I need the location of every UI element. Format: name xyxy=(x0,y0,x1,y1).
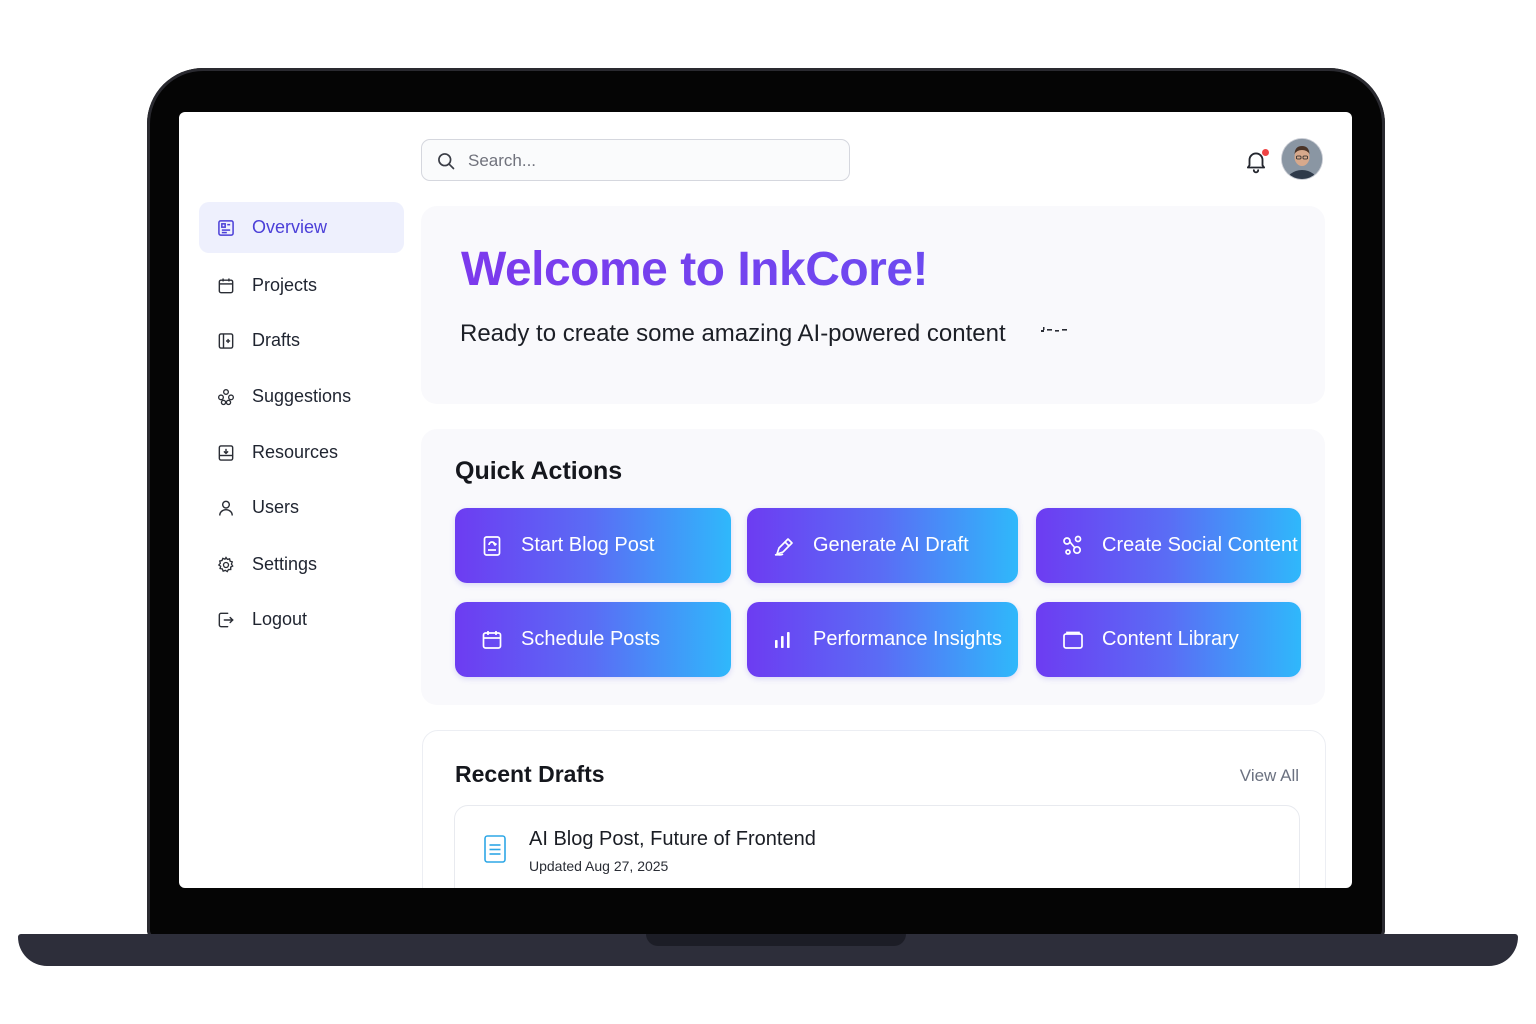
performance-insights-button[interactable]: Performance Insights xyxy=(747,602,1018,677)
quick-action-label: Start Blog Post xyxy=(521,534,655,556)
folder-icon xyxy=(1060,627,1086,653)
sidebar-item-settings[interactable]: Settings xyxy=(199,539,404,590)
app-screen: Overview Projects Drafts Suggestions Res… xyxy=(179,112,1352,888)
user-icon xyxy=(215,497,237,519)
sidebar-item-label: Drafts xyxy=(252,330,301,350)
avatar[interactable] xyxy=(1282,139,1322,179)
welcome-card: Welcome to InkCore! Ready to create some… xyxy=(421,206,1325,404)
sidebar-item-overview[interactable]: Overview xyxy=(199,202,404,253)
calendar-icon xyxy=(215,275,237,297)
quick-actions-card: Quick Actions Start Blog Post Generate A… xyxy=(421,429,1325,705)
bar-chart-icon xyxy=(771,627,797,653)
quick-action-label: Create Social Content xyxy=(1102,534,1298,556)
social-nodes-icon xyxy=(1060,533,1086,559)
suggestions-icon xyxy=(215,386,237,408)
sidebar-item-label: Resources xyxy=(252,442,339,462)
draft-title: AI Blog Post, Future of Frontend xyxy=(529,828,816,850)
sidebar-item-users[interactable]: Users xyxy=(199,482,404,533)
welcome-subtitle: Ready to create some amazing AI-powered … xyxy=(460,320,1006,347)
quick-action-label: Schedule Posts xyxy=(521,628,660,650)
recent-drafts-title: Recent Drafts xyxy=(455,761,605,787)
pen-icon xyxy=(771,533,797,559)
generate-ai-draft-button[interactable]: Generate AI Draft xyxy=(747,508,1018,583)
view-all-link[interactable]: View All xyxy=(1240,766,1299,786)
quick-action-label: Generate AI Draft xyxy=(813,534,969,556)
quick-action-label: Performance Insights xyxy=(813,628,1002,650)
laptop-notch xyxy=(646,934,906,946)
logout-icon xyxy=(215,609,237,631)
quick-actions-title: Quick Actions xyxy=(455,457,623,485)
search-bar[interactable] xyxy=(421,139,850,182)
calendar-icon xyxy=(479,627,505,653)
notification-badge xyxy=(1262,149,1269,156)
sidebar-item-label: Logout xyxy=(252,609,308,629)
document-icon xyxy=(484,835,506,863)
gear-icon xyxy=(215,554,237,576)
sidebar-item-label: Users xyxy=(252,497,300,517)
sidebar-item-resources[interactable]: Resources xyxy=(199,427,404,478)
resources-icon xyxy=(215,442,237,464)
sidebar-item-drafts[interactable]: Drafts xyxy=(199,315,404,366)
overview-icon xyxy=(215,217,237,239)
recent-drafts-card: Recent Drafts View All AI Blog Post, Fut… xyxy=(422,730,1326,888)
sidebar-item-label: Suggestions xyxy=(252,386,352,406)
drafts-icon xyxy=(215,330,237,352)
sparkle-icon xyxy=(1041,327,1067,332)
search-icon xyxy=(438,153,455,170)
sidebar-item-logout[interactable]: Logout xyxy=(199,594,404,645)
sidebar-item-label: Overview xyxy=(252,217,328,237)
document-icon xyxy=(479,533,505,559)
sidebar-item-label: Projects xyxy=(252,275,318,295)
sidebar-item-label: Settings xyxy=(252,554,318,574)
content-library-button[interactable]: Content Library xyxy=(1036,602,1301,677)
draft-updated: Updated Aug 27, 2025 xyxy=(529,858,669,874)
welcome-title: Welcome to InkCore! xyxy=(461,243,929,296)
create-social-content-button[interactable]: Create Social Content xyxy=(1036,508,1301,583)
schedule-posts-button[interactable]: Schedule Posts xyxy=(455,602,731,677)
quick-action-label: Content Library xyxy=(1102,628,1239,650)
search-input[interactable] xyxy=(466,140,840,182)
sidebar-item-projects[interactable]: Projects xyxy=(199,260,404,311)
list-item[interactable]: AI Blog Post, Future of Frontend Updated… xyxy=(454,805,1300,888)
start-blog-post-button[interactable]: Start Blog Post xyxy=(455,508,731,583)
sidebar-item-suggestions[interactable]: Suggestions xyxy=(199,371,404,422)
